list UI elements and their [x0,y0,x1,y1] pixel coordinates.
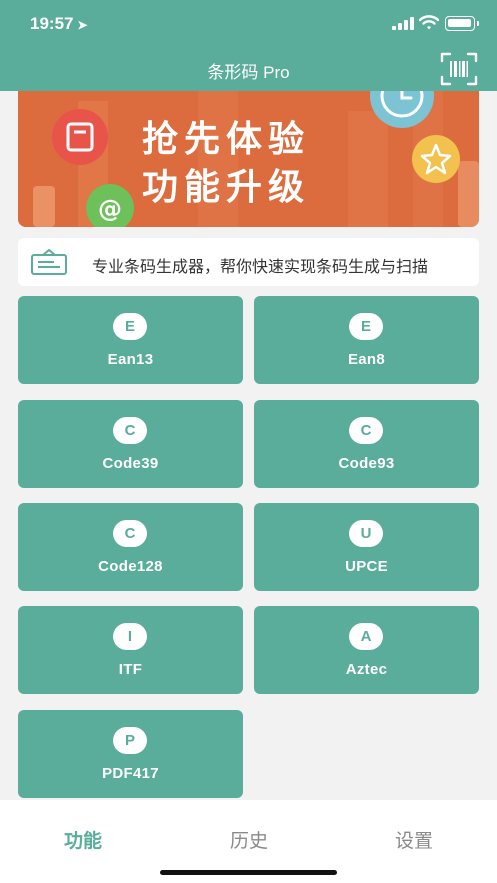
barcode-type-ean8[interactable]: E Ean8 [254,296,479,384]
type-label: Ean8 [347,351,386,368]
barcode-type-aztec[interactable]: A Aztec [254,606,479,694]
barcode-type-code39[interactable]: C Code39 [18,400,243,488]
type-label: Code39 [102,455,159,472]
type-label: PDF417 [102,765,159,782]
type-badge: C [113,520,147,547]
type-label: Aztec [345,661,388,678]
barcode-scan-icon[interactable] [440,52,478,86]
type-badge: C [349,417,383,444]
status-bar: 19:57 ➤ [0,0,497,46]
type-badge: C [113,417,147,444]
svg-text:@: @ [98,195,122,223]
type-label: Code93 [338,455,395,472]
barcode-type-itf[interactable]: I ITF [18,606,243,694]
tab-settings[interactable]: 设置 [331,826,497,853]
type-badge: P [113,727,147,754]
type-label: Code128 [98,558,163,575]
type-badge: U [349,520,383,547]
status-time: 19:57 ➤ [30,14,88,34]
barcode-type-upce[interactable]: U UPCE [254,503,479,591]
notice-text: 专业条码生成器，帮你快速实现条码生成与扫描 [92,257,429,276]
type-label: ITF [118,661,143,678]
type-badge: A [349,623,383,650]
type-label: Ean13 [107,351,154,368]
nav-header: 19:57 ➤ 条形码 Pro [0,0,497,91]
barcode-type-code93[interactable]: C Code93 [254,400,479,488]
notice-board-icon [31,249,67,275]
signal-icon [392,17,414,30]
type-badge: E [349,313,383,340]
barcode-type-code128[interactable]: C Code128 [18,503,243,591]
barcode-type-pdf417[interactable]: P PDF417 [18,710,243,798]
home-indicator [160,870,337,875]
battery-fill [448,19,471,27]
location-arrow-icon: ➤ [77,18,88,32]
status-time-text: 19:57 [30,14,74,33]
banner-headline-2: 功能升级 [142,167,311,208]
banner-headline-1: 抢先体验 [142,119,311,160]
tab-history[interactable]: 历史 [166,826,332,853]
notice-bar: 专业条码生成器，帮你快速实现条码生成与扫描 [18,238,479,286]
battery-icon [445,16,475,31]
battery-tip [477,21,479,26]
type-label: UPCE [345,558,388,575]
wifi-icon [419,15,439,30]
barcode-type-ean13[interactable]: E Ean13 [18,296,243,384]
tab-features[interactable]: 功能 [0,826,166,853]
page-title: 条形码 Pro [207,63,290,82]
type-badge: E [113,313,147,340]
promo-banner[interactable]: @ 抢先体验 功能升级 [18,91,479,227]
type-badge: I [113,623,147,650]
